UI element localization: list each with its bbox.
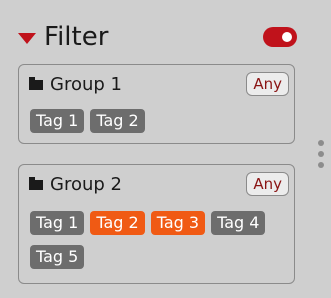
tag-chip-selected[interactable]: Tag 3 — [150, 211, 206, 235]
handle-dot — [318, 151, 324, 157]
folder-icon — [29, 76, 43, 90]
handle-dot — [318, 140, 324, 146]
group-name: Group 1 — [50, 73, 122, 95]
match-mode-button[interactable]: Any — [246, 172, 289, 196]
caret-down-icon[interactable] — [18, 32, 36, 44]
tag-list: Tag 1 Tag 2 — [30, 109, 270, 133]
tag-chip[interactable]: Tag 5 — [30, 245, 85, 269]
tag-chip[interactable]: Tag 1 — [30, 109, 85, 133]
tag-list: Tag 1 Tag 2 Tag 3 Tag 4 Tag 5 — [30, 211, 270, 269]
group-name: Group 2 — [50, 173, 122, 195]
toggle-knob — [282, 32, 292, 42]
folder-icon — [29, 176, 43, 190]
tag-chip-selected[interactable]: Tag 2 — [90, 211, 145, 235]
tag-chip[interactable]: Tag 4 — [211, 211, 266, 235]
match-mode-button[interactable]: Any — [246, 72, 289, 96]
drag-handle-icon[interactable] — [318, 140, 326, 173]
group-card-2: Group 2 Any Tag 1 Tag 2 Tag 3 Tag 4 Tag … — [18, 164, 295, 284]
group-card-1: Group 1 Any Tag 1 Tag 2 — [18, 64, 295, 144]
page-title: Filter — [44, 22, 109, 52]
group-header: Group 1 — [29, 72, 122, 96]
filter-header: Filter — [18, 20, 108, 54]
group-header: Group 2 — [29, 172, 122, 196]
handle-dot — [318, 162, 324, 168]
filter-toggle[interactable] — [263, 27, 297, 47]
tag-chip[interactable]: Tag 2 — [90, 109, 145, 133]
tag-chip[interactable]: Tag 1 — [30, 211, 85, 235]
